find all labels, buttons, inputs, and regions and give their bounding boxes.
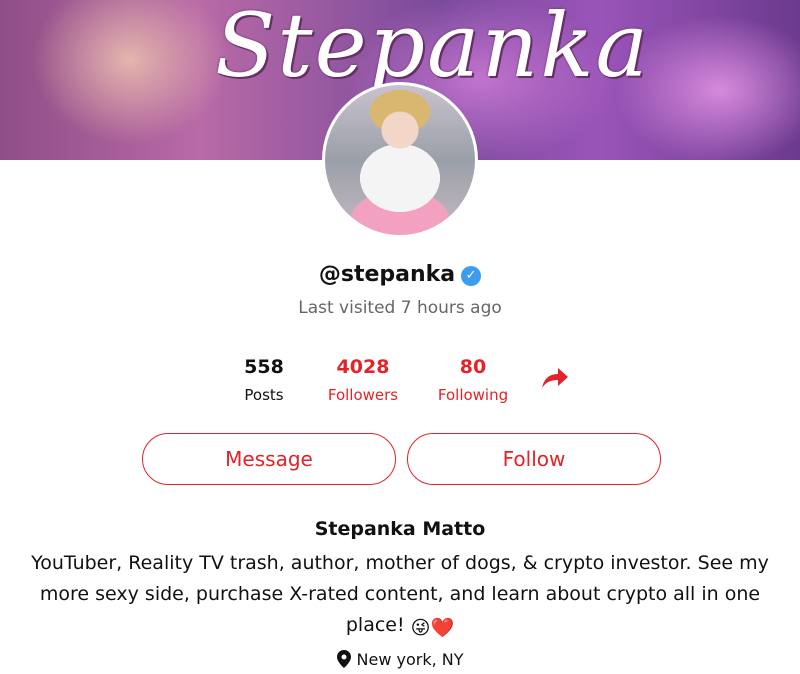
avatar[interactable] [322,82,478,238]
last-visited: Last visited 7 hours ago [298,298,502,318]
message-button[interactable]: Message [142,433,396,485]
location-text: New york, NY [356,650,464,669]
bio-text: YouTuber, Reality TV trash, author, moth… [31,552,769,636]
bio-emojis: 😜❤️ [410,617,455,639]
following-count: 80 [459,356,487,378]
verified-check-icon: ✓ [461,266,482,286]
follow-button[interactable]: Follow [407,433,661,485]
share-arrow-icon[interactable] [540,364,570,390]
username: @stepanka [318,262,456,287]
stat-followers[interactable]: 4028 Followers [308,356,418,404]
stat-posts[interactable]: 558 Posts [209,356,319,404]
location: New york, NY [0,650,800,669]
banner-title: Stepanka [215,0,650,97]
posts-label: Posts [244,386,284,404]
display-name: Stepanka Matto [314,518,486,540]
following-label: Following [437,386,509,404]
username-row: @stepanka ✓ [0,262,800,287]
followers-label: Followers [327,386,399,404]
map-pin-icon [336,650,351,668]
posts-count: 558 [244,356,284,378]
followers-count: 4028 [336,356,390,378]
stat-following[interactable]: 80 Following [418,356,528,404]
bio-text-block: YouTuber, Reality TV trash, author, moth… [10,548,790,644]
